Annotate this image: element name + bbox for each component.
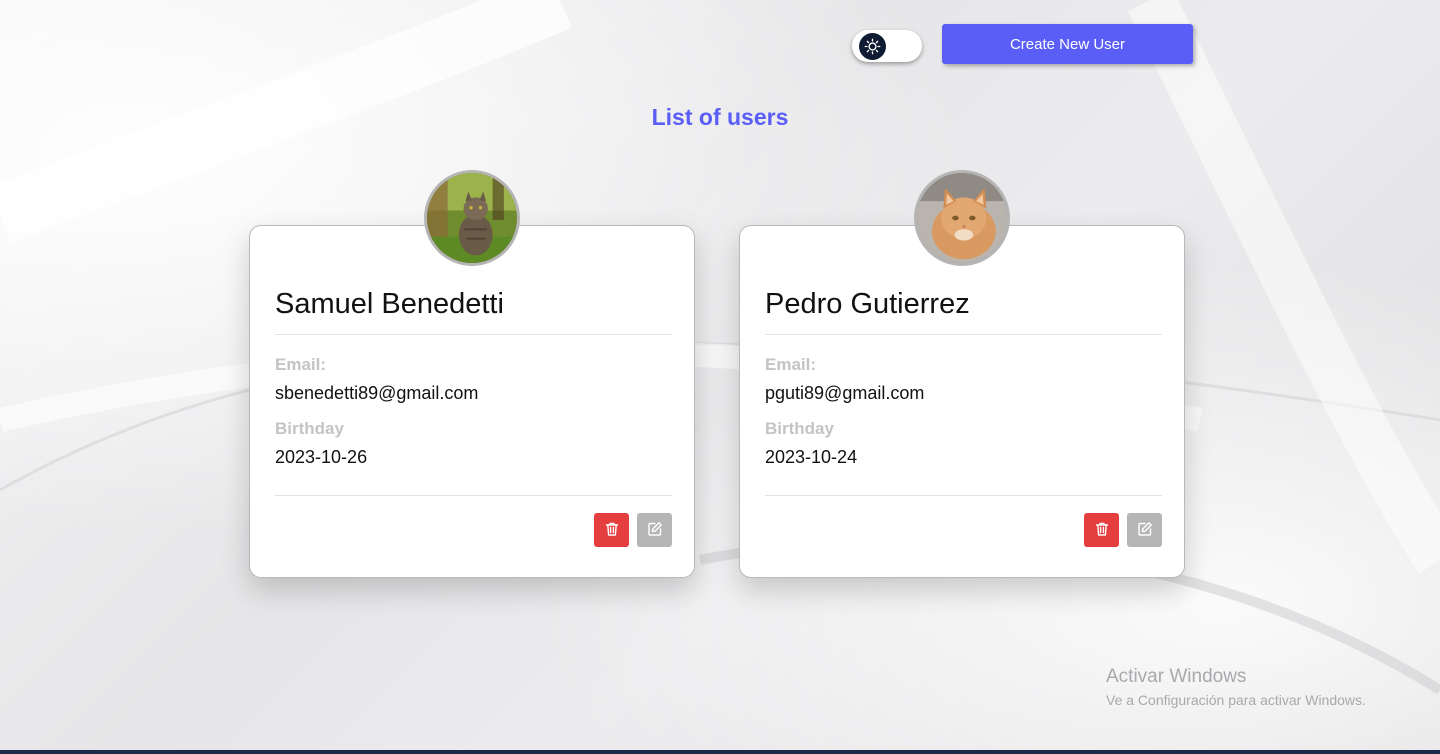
sun-icon — [859, 33, 886, 60]
top-bar: Create New User — [0, 24, 1440, 66]
birthday-label: Birthday — [275, 419, 344, 438]
email-label: Email: — [275, 355, 327, 374]
user-avatar — [424, 170, 520, 266]
pencil-icon — [1137, 521, 1153, 540]
user-avatar — [914, 170, 1010, 266]
trash-icon — [604, 521, 620, 540]
watermark-subtitle: Ve a Configuración para activar Windows. — [1106, 692, 1366, 708]
birthday-value: 2023-10-24 — [765, 447, 858, 467]
user-name: Samuel Benedetti — [275, 288, 504, 320]
page-title: List of users — [651, 104, 789, 130]
user-card: Pedro Gutierrez Email: pguti89@gmail.com… — [739, 170, 1185, 578]
taskbar-edge — [0, 750, 1440, 754]
user-name: Pedro Gutierrez — [765, 288, 970, 320]
edit-user-button[interactable] — [637, 513, 672, 547]
email-value: sbenedetti89@gmail.com — [275, 383, 479, 403]
delete-user-button[interactable] — [1084, 513, 1119, 547]
divider — [765, 334, 1162, 335]
divider — [765, 495, 1162, 496]
create-new-user-button[interactable]: Create New User — [942, 24, 1193, 64]
divider — [275, 495, 672, 496]
email-value: pguti89@gmail.com — [765, 383, 925, 403]
divider — [275, 334, 672, 335]
birthday-value: 2023-10-26 — [275, 447, 368, 467]
user-card: Samuel Benedetti Email: sbenedetti89@gma… — [249, 170, 695, 578]
watermark-title: Activar Windows — [1106, 666, 1247, 687]
birthday-label: Birthday — [765, 419, 834, 438]
trash-icon — [1094, 521, 1110, 540]
email-label: Email: — [765, 355, 817, 374]
pencil-icon — [647, 521, 663, 540]
edit-user-button[interactable] — [1127, 513, 1162, 547]
delete-user-button[interactable] — [594, 513, 629, 547]
theme-toggle[interactable] — [852, 30, 922, 62]
windows-activation-watermark: Activar Windows Ve a Configuración para … — [1106, 666, 1366, 708]
